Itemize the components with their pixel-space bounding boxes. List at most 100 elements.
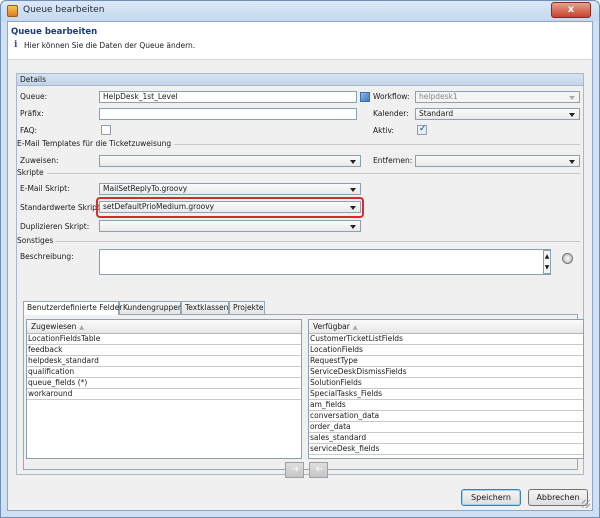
aktiv-label: Aktiv: — [373, 126, 395, 135]
sonstiges-section-label: Sonstiges — [17, 236, 57, 245]
tab-textklassen[interactable]: Textklassen — [181, 301, 229, 314]
list-item[interactable]: order_data — [309, 422, 583, 433]
duplizieren-skript-label: Duplizieren Skript: — [20, 222, 90, 231]
faq-checkbox[interactable] — [101, 125, 111, 135]
list-item[interactable]: am_fields — [309, 400, 583, 411]
email-skript-select[interactable]: MailSetReplyTo.groovy — [99, 183, 361, 195]
tab-projekte[interactable]: Projekte — [229, 301, 265, 314]
chevron-down-icon — [350, 225, 356, 229]
details-panel: Details Queue: HelpDesk_1st_Level Workfl… — [16, 73, 584, 478]
list-item[interactable]: qualification — [27, 367, 301, 378]
section-divider — [20, 173, 580, 174]
sort-ascending-icon: ▲ — [79, 324, 84, 331]
list-item[interactable]: SolutionFields — [309, 378, 583, 389]
resize-grip[interactable] — [582, 500, 590, 508]
skripte-section-label: Skripte — [17, 168, 47, 177]
chevron-down-icon — [569, 96, 575, 100]
tab-label: Benutzerdefinierte Felder — [27, 303, 123, 312]
tab-content-panel: Zugewiesen ▲ LocationFieldsTable feedback h… — [23, 314, 584, 478]
list-item[interactable]: helpdesk_standard — [27, 356, 301, 367]
details-section-header: Details — [17, 74, 583, 86]
list-item[interactable]: LocationFields — [309, 345, 583, 356]
praefix-label: Präfix: — [20, 109, 44, 118]
email-skript-label: E-Mail Skript: — [20, 184, 70, 193]
tab-label: Projekte — [233, 303, 264, 312]
workflow-label: Workflow: — [373, 92, 410, 101]
list-item[interactable]: workaround — [27, 389, 301, 400]
faq-label: FAQ: — [20, 126, 38, 135]
save-button[interactable]: Speichern — [461, 489, 521, 506]
arrow-left-icon: ➜ — [315, 464, 324, 475]
dialog-window: Queue bearbeiten x Queue bearbeiten i Hi… — [0, 0, 600, 518]
available-header-label: Verfügbar — [313, 322, 350, 331]
praefix-field[interactable] — [99, 108, 357, 120]
tab-label: Kundengruppen — [123, 303, 183, 312]
chevron-down-icon — [350, 160, 356, 164]
assigned-header-label: Zugewiesen — [31, 322, 77, 331]
available-list[interactable]: Verfügbar ▲ CustomerTicketListFields Locat… — [308, 319, 584, 459]
title-bar[interactable]: Queue bearbeiten x — [1, 1, 599, 21]
workflow-icon[interactable] — [360, 92, 370, 102]
scroll-up-icon[interactable]: ▲ — [544, 251, 550, 262]
tab-kundengruppen[interactable]: Kundengruppen — [119, 301, 183, 314]
email-skript-value: MailSetReplyTo.groovy — [103, 184, 188, 193]
beschreibung-textarea[interactable] — [99, 249, 551, 275]
chevron-down-icon — [350, 188, 356, 192]
info-icon: i — [14, 40, 18, 50]
details-section-label: Details — [20, 75, 47, 84]
available-rows: CustomerTicketListFields LocationFields Re… — [309, 334, 583, 455]
dialog-client-area: Queue bearbeiten i Hier können Sie die D… — [7, 21, 593, 511]
zuweisen-select[interactable] — [99, 155, 361, 167]
standardwerte-skript-value: setDefaultPrioMedium.groovy — [103, 202, 215, 211]
list-item[interactable]: conversation_data — [309, 411, 583, 422]
duplizieren-skript-select[interactable] — [99, 220, 361, 232]
close-button[interactable]: x — [551, 2, 591, 18]
move-right-button[interactable]: ➜ — [285, 462, 304, 478]
tab-label: Textklassen — [185, 303, 229, 312]
assigned-list-header[interactable]: Zugewiesen ▲ — [27, 320, 301, 334]
list-item[interactable]: RequestType — [309, 356, 583, 367]
scroll-down-icon[interactable]: ▼ — [544, 262, 550, 273]
chevron-down-icon — [569, 113, 575, 117]
standardwerte-skript-label: Standardwerte Skript: — [20, 203, 103, 212]
kalender-select[interactable]: Standard — [415, 108, 580, 120]
list-item[interactable]: sales_standard — [309, 433, 583, 444]
close-icon: x — [567, 4, 575, 15]
chevron-down-icon — [569, 160, 575, 164]
list-item[interactable]: SpecialTasks_Fields — [309, 389, 583, 400]
list-item[interactable]: feedback — [27, 345, 301, 356]
beschreibung-label: Beschreibung: — [20, 252, 74, 261]
list-item[interactable]: ServiceDeskDismissFields — [309, 367, 583, 378]
available-list-header[interactable]: Verfügbar ▲ — [309, 320, 583, 334]
assigned-rows: LocationFieldsTable feedback helpdesk_stan… — [27, 334, 301, 400]
dialog-description: Hier können Sie die Daten der Queue ände… — [24, 41, 196, 50]
list-item[interactable]: CustomerTicketListFields — [309, 334, 583, 345]
workflow-value: helpdesk1 — [419, 92, 458, 101]
app-icon — [7, 5, 18, 17]
move-left-button[interactable]: ➜ — [309, 462, 328, 478]
email-templates-section-label: E-Mail Templates für die Ticketzuweisung — [17, 139, 175, 148]
sort-ascending-icon: ▲ — [352, 324, 358, 331]
dialog-header: Queue bearbeiten i Hier können Sie die D… — [8, 22, 592, 60]
list-item[interactable]: serviceDesk_fields — [309, 444, 583, 455]
tab-benutzerdefinierte-felder[interactable]: Benutzerdefinierte Felder — [23, 301, 123, 315]
entfernen-select[interactable] — [415, 155, 580, 167]
standardwerte-skript-select[interactable]: setDefaultPrioMedium.groovy — [99, 201, 361, 213]
entfernen-label: Entfernen: — [373, 156, 413, 165]
chevron-down-icon — [350, 206, 356, 210]
queue-field[interactable]: HelpDesk_1st_Level — [99, 91, 357, 103]
zuweisen-label: Zuweisen: — [20, 156, 59, 165]
kalender-label: Kalender: — [373, 109, 409, 118]
workflow-select: helpdesk1 — [415, 91, 580, 103]
section-divider — [20, 241, 580, 242]
arrow-right-icon: ➜ — [291, 464, 300, 475]
assigned-list[interactable]: Zugewiesen ▲ LocationFieldsTable feedback h… — [26, 319, 302, 459]
description-scroll[interactable]: ▲ ▼ — [543, 250, 551, 274]
list-item[interactable]: queue_fields (*) — [27, 378, 301, 389]
cancel-button[interactable]: Abbrechen — [528, 489, 588, 506]
aktiv-checkbox[interactable] — [417, 124, 427, 135]
kalender-value: Standard — [419, 109, 454, 118]
description-action-button[interactable] — [562, 253, 573, 264]
queue-label: Queue: — [20, 92, 48, 101]
list-item[interactable]: LocationFieldsTable — [27, 334, 301, 345]
